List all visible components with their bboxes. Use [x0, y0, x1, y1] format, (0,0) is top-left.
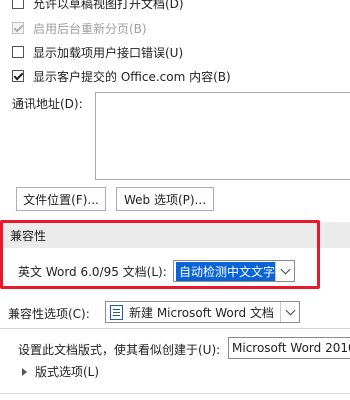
- background-repagination-label: 启用后台重新分页(B): [33, 21, 147, 36]
- mailing-address-label: 通讯地址(D):: [12, 97, 83, 111]
- show-addin-errors-option[interactable]: 显示加载项用户接口错误(U): [12, 43, 183, 61]
- layout-created-in-value: Microsoft Word 2010: [232, 341, 350, 355]
- bottom-divider: [0, 393, 350, 394]
- background-repagination-option: 启用后台重新分页(B): [12, 19, 147, 37]
- expand-triangle-icon[interactable]: [22, 367, 27, 376]
- mailing-address-field[interactable]: [95, 92, 350, 180]
- word-document-icon: [110, 304, 123, 320]
- allow-draft-view-label: 允许以草稿视图打开文档(D): [33, 0, 184, 11]
- layout-created-in-dropdown[interactable]: Microsoft Word 2010: [228, 337, 350, 359]
- word6-documents-label: 英文 Word 6.0/95 文档(L):: [18, 265, 167, 279]
- layout-options-expander[interactable]: 版式选项(L): [22, 363, 99, 380]
- layout-options-label: 版式选项(L): [35, 365, 100, 379]
- compat-options-value: 新建 Microsoft Word 文档: [129, 305, 274, 320]
- file-locations-button[interactable]: 文件位置(F)...: [16, 187, 106, 211]
- chevron-down-icon[interactable]: [275, 261, 294, 281]
- word6-documents-value: 自动检测中文文字: [176, 261, 279, 281]
- show-office-content-label: 显示客户提交的 Office.com 内容(B): [33, 69, 231, 84]
- show-addin-errors-label: 显示加载项用户接口错误(U): [33, 45, 184, 60]
- web-options-button[interactable]: Web 选项(P)...: [116, 187, 214, 211]
- show-addin-errors-checkbox[interactable]: [12, 46, 24, 58]
- allow-draft-view-option[interactable]: 允许以草稿视图打开文档(D): [12, 0, 184, 12]
- background-repagination-checkbox: [12, 22, 24, 34]
- show-office-content-checkbox[interactable]: [12, 70, 24, 82]
- compat-options-dropdown[interactable]: 新建 Microsoft Word 文档: [105, 301, 300, 323]
- word6-documents-dropdown[interactable]: 自动检测中文文字: [173, 260, 295, 282]
- compat-options-label: 兼容性选项(C):: [8, 307, 90, 321]
- show-office-content-option[interactable]: 显示客户提交的 Office.com 内容(B): [12, 67, 231, 85]
- compatibility-section-header: 兼容性: [0, 222, 350, 248]
- layout-created-in-label: 设置此文档版式，使其看似创建于(U):: [18, 343, 221, 357]
- chevron-down-icon[interactable]: [280, 302, 299, 322]
- compatibility-section-title: 兼容性: [10, 228, 47, 243]
- section-divider: [0, 328, 350, 329]
- allow-draft-view-checkbox[interactable]: [12, 0, 24, 9]
